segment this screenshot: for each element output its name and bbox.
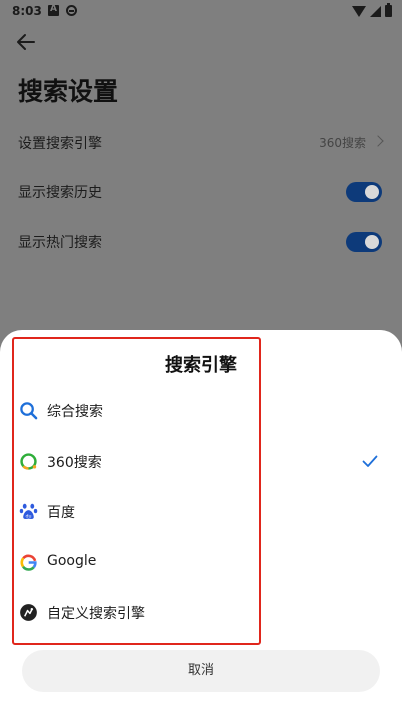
sheet-title: 搜索引擎: [165, 355, 237, 376]
option-label: 自定义搜索引擎: [47, 606, 145, 622]
status-time: 8:03: [12, 4, 42, 18]
google-g-icon: [20, 554, 37, 571]
engine-option-custom[interactable]: 自定义搜索引擎: [0, 588, 402, 638]
cancel-button[interactable]: 取消: [22, 650, 380, 692]
signal-icon: [370, 5, 381, 17]
svg-text:du: du: [25, 513, 31, 519]
option-label: Google: [47, 553, 97, 569]
search-icon: [20, 402, 38, 420]
option-label: 综合搜索: [47, 404, 103, 420]
back-button[interactable]: [14, 30, 38, 54]
custom-engine-icon: [20, 604, 37, 621]
status-icons: [352, 3, 392, 17]
do-not-disturb-icon: [66, 5, 77, 16]
360-logo-icon: [20, 453, 37, 470]
setting-label: 显示热门搜索: [18, 235, 102, 251]
battery-icon: [385, 3, 392, 17]
toggle-knob: [365, 235, 379, 249]
engine-option-google[interactable]: Google: [0, 538, 402, 588]
setting-row-search-history: 显示搜索历史: [0, 168, 402, 216]
status-bar: 8:03: [0, 0, 402, 24]
baidu-paw-icon: du: [19, 503, 38, 519]
notification-a-icon: [48, 4, 59, 16]
option-label: 百度: [47, 505, 75, 521]
search-history-toggle[interactable]: [346, 182, 382, 202]
checkmark-icon: [362, 455, 378, 467]
engine-option-comprehensive[interactable]: 综合搜索: [0, 386, 402, 436]
toggle-knob: [365, 185, 379, 199]
setting-row-search-engine[interactable]: 设置搜索引擎 360搜索: [0, 119, 402, 167]
cancel-label: 取消: [187, 663, 214, 678]
back-arrow-icon: [17, 34, 35, 50]
wifi-icon: [352, 5, 366, 17]
chevron-right-icon: [372, 135, 384, 147]
setting-label: 设置搜索引擎: [18, 136, 102, 152]
setting-label: 显示搜索历史: [18, 185, 102, 201]
hot-search-toggle[interactable]: [346, 232, 382, 252]
page-title: 搜索设置: [18, 77, 119, 106]
setting-row-hot-search: 显示热门搜索: [0, 218, 402, 266]
engine-option-baidu[interactable]: du 百度: [0, 487, 402, 537]
setting-value: 360搜索: [319, 136, 366, 150]
engine-option-360[interactable]: 360搜索: [0, 437, 402, 487]
option-label: 360搜索: [47, 455, 102, 471]
